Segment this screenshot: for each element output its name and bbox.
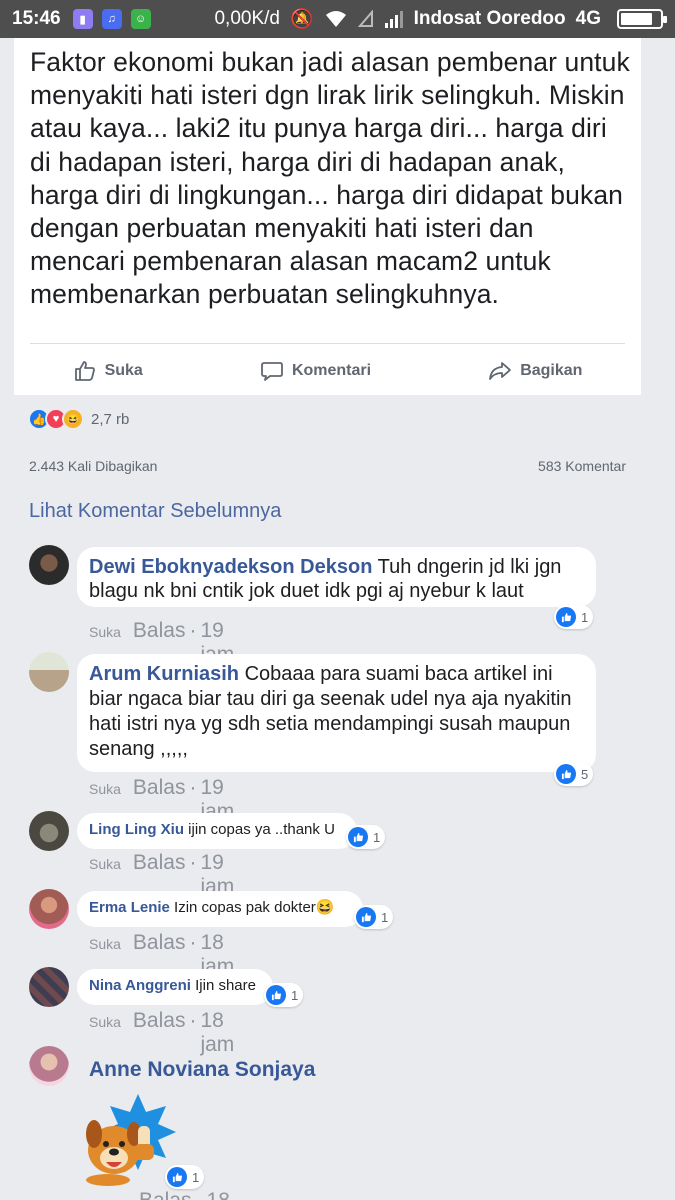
- comment-reply-link[interactable]: Balas: [133, 1009, 186, 1033]
- like-badge-count: 1: [291, 987, 299, 1003]
- comment-reply-link[interactable]: Balas: [139, 1189, 192, 1200]
- like-badge-count: 1: [373, 829, 381, 845]
- wifi-icon: [325, 11, 346, 27]
- comment-like-badge[interactable]: 5: [554, 762, 594, 786]
- comment-like-badge[interactable]: 1: [354, 905, 394, 929]
- meta-separator: ·: [189, 1009, 197, 1032]
- comment-button[interactable]: Komentari: [260, 359, 371, 383]
- avatar[interactable]: [29, 545, 69, 585]
- comment-bubble[interactable]: Nina Anggreni Ijin share: [77, 969, 273, 1005]
- share-label: Bagikan: [520, 361, 583, 379]
- reactions-summary[interactable]: 👍 ♥ 😆 2,7 rb: [28, 408, 129, 430]
- avatar[interactable]: [29, 652, 69, 692]
- post-card: Faktor ekonomi bukan jadi alasan pembena…: [14, 38, 641, 395]
- comment-author[interactable]: Nina Anggreni: [89, 977, 191, 994]
- comment-reply-link[interactable]: Balas: [133, 851, 186, 875]
- music-notification-icon: ♫: [101, 9, 122, 29]
- comment-meta: Suka Balas · 18 jam: [89, 1009, 234, 1057]
- comment-like-link[interactable]: Suka: [89, 856, 121, 872]
- carrier-name: Indosat Ooredoo: [413, 8, 566, 29]
- like-badge-icon: [266, 985, 286, 1005]
- dog-thumbs-up-sticker: [86, 1094, 176, 1186]
- comment-like-badge[interactable]: 1: [346, 825, 386, 849]
- comment-reply-link[interactable]: Balas: [133, 776, 186, 800]
- comment-author[interactable]: Erma Lenie: [89, 899, 170, 916]
- avatar[interactable]: [29, 1046, 69, 1086]
- battery-icon: [617, 9, 667, 29]
- meta-separator: ·: [189, 851, 197, 874]
- comment-reply-link[interactable]: Balas: [133, 931, 186, 955]
- like-button[interactable]: Suka: [73, 359, 143, 383]
- signal-icon: [384, 11, 403, 28]
- comment-bubble[interactable]: Erma Lenie Izin copas pak dokter😆: [77, 891, 363, 927]
- like-badge-count: 1: [581, 609, 589, 625]
- like-badge-icon: [556, 764, 576, 784]
- comment-text: Ijin share: [195, 977, 256, 994]
- app-notification-icon: ▮: [72, 9, 93, 29]
- comment-icon: [261, 361, 283, 381]
- like-badge-icon: [348, 827, 368, 847]
- cat-notification-icon: ☺: [130, 9, 151, 29]
- thumbs-up-icon: [74, 360, 95, 381]
- comment-bubble[interactable]: Dewi Eboknyadekson Dekson Tuh dngerin jd…: [77, 547, 596, 607]
- comment-like-badge[interactable]: 1: [554, 605, 594, 629]
- avatar[interactable]: [29, 967, 69, 1007]
- avatar[interactable]: [29, 889, 69, 929]
- reaction-count: 2,7 rb: [91, 410, 130, 428]
- network-type: 4G: [575, 8, 601, 29]
- mute-icon: 🔕: [289, 9, 314, 30]
- comment-author[interactable]: Arum Kurniasih: [89, 663, 239, 685]
- status-bar: 15:46 ▮ ♫ ☺ 0,00K/d 🔕 Indosat Ooredoo 4G: [0, 0, 675, 38]
- comment-like-badge[interactable]: 1: [264, 983, 304, 1007]
- meta-separator: ·: [189, 931, 197, 954]
- comment-time: 18 jam: [207, 1189, 241, 1200]
- share-icon: [489, 361, 512, 380]
- comment-reply-link[interactable]: Balas: [133, 619, 186, 643]
- comment-like-link[interactable]: Suka: [89, 781, 121, 797]
- comment-like-link[interactable]: Suka: [89, 1014, 121, 1030]
- meta-separator: ·: [189, 776, 197, 799]
- like-badge-count: 1: [192, 1169, 200, 1185]
- comment-author[interactable]: Ling Ling Xiu: [89, 821, 184, 838]
- comment-time: 18 jam: [200, 1009, 235, 1056]
- actions-divider: [30, 343, 625, 344]
- view-previous-comments-link[interactable]: Lihat Komentar Sebelumnya: [29, 500, 281, 523]
- comment-author[interactable]: Dewi Eboknyadekson Dekson: [89, 556, 372, 578]
- share-button[interactable]: Bagikan: [488, 359, 582, 383]
- like-label: Suka: [104, 361, 143, 379]
- comments-count[interactable]: 583 Komentar: [538, 458, 626, 474]
- comment-bubble[interactable]: Ling Ling Xiu ijin copas ya ..thank U: [77, 813, 357, 849]
- post-actions: Suka Komentari Bagikan: [14, 348, 641, 393]
- comment-bubble[interactable]: Arum Kurniasih Cobaaa para suami baca ar…: [77, 654, 596, 772]
- comment-meta: Balas · 18 jam: [139, 1189, 240, 1200]
- like-badge-icon: [356, 907, 376, 927]
- comment-like-link[interactable]: Suka: [89, 624, 121, 640]
- haha-reaction-icon: 😆: [62, 408, 84, 430]
- avatar[interactable]: [29, 811, 69, 851]
- like-badge-count: 5: [581, 766, 589, 782]
- no-signal-icon: [357, 10, 373, 27]
- comment-author[interactable]: Anne Noviana Sonjaya: [89, 1058, 315, 1082]
- status-time: 15:46: [12, 8, 61, 29]
- like-badge-count: 1: [381, 909, 389, 925]
- comment-label: Komentari: [291, 361, 372, 379]
- network-speed: 0,00K/d: [214, 8, 280, 29]
- battery-fill: [621, 13, 653, 25]
- comment-like-link[interactable]: Suka: [89, 936, 121, 952]
- post-text: Faktor ekonomi bukan jadi alasan pembena…: [30, 47, 630, 310]
- meta-separator: ·: [196, 1189, 203, 1200]
- shares-count[interactable]: 2.443 Kali Dibagikan: [29, 458, 157, 474]
- meta-separator: ·: [189, 619, 197, 642]
- comment-text: Izin copas pak dokter😆: [174, 899, 335, 916]
- comment-text: ijin copas ya ..thank U: [188, 821, 335, 838]
- like-badge-icon: [556, 607, 576, 627]
